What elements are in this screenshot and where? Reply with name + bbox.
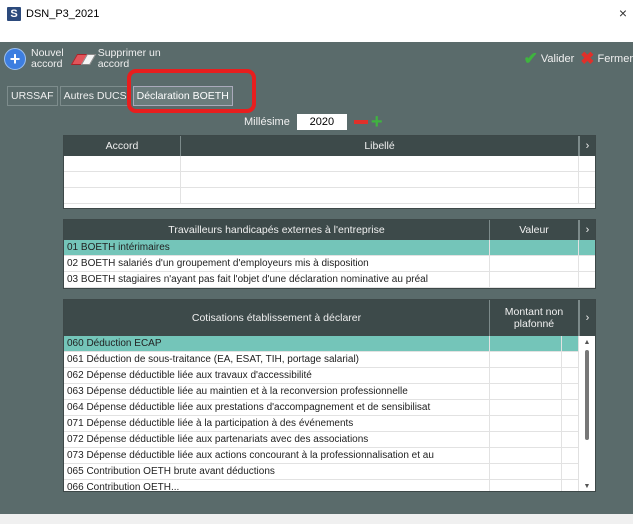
scroll-up-icon[interactable]: ▲ xyxy=(579,336,595,348)
close-icon[interactable]: × xyxy=(619,5,627,21)
title-bar: S DSN_P3_2021 × xyxy=(0,0,633,28)
scroll-down-icon[interactable]: ▼ xyxy=(579,480,595,491)
table-cell: 062 Dépense déductible liée aux travaux … xyxy=(64,368,490,383)
table-cell[interactable] xyxy=(490,352,562,367)
close-button[interactable]: ✖ Fermer xyxy=(574,49,633,69)
travailleurs-grid: Travailleurs handicapés externes à l'ent… xyxy=(63,219,596,289)
table-cell[interactable] xyxy=(490,464,562,479)
accords-col-libelle[interactable]: Libellé xyxy=(181,136,579,156)
add-icon: + xyxy=(4,48,26,70)
table-cell: 066 Contribution OETH... xyxy=(64,480,490,491)
accords-grid: Accord Libellé › xyxy=(63,135,596,209)
table-row[interactable]: 03 BOETH stagiaires n'ayant pas fait l'o… xyxy=(64,272,595,288)
table-cell[interactable] xyxy=(490,256,579,271)
table-cell[interactable] xyxy=(490,448,562,463)
table-cell: 01 BOETH intérimaires xyxy=(64,240,490,255)
table-row[interactable] xyxy=(64,156,595,172)
table-cell: 03 BOETH stagiaires n'ayant pas fait l'o… xyxy=(64,272,490,287)
table-cell[interactable] xyxy=(490,416,562,431)
window-title: DSN_P3_2021 xyxy=(26,8,100,20)
accords-grid-header: Accord Libellé › xyxy=(64,136,595,156)
millesime-row: Millésime 2020 + xyxy=(244,112,383,132)
scrollbar[interactable]: ▲ ▼ xyxy=(578,336,595,491)
table-row[interactable]: 072 Dépense déductible liée aux partenar… xyxy=(64,432,595,448)
chevron-right-icon[interactable]: › xyxy=(579,300,595,336)
table-cell[interactable] xyxy=(490,400,562,415)
main-panel: URSSAF Autres DUCS Déclaration BOETH Mil… xyxy=(0,69,633,514)
tab-urssaf[interactable]: URSSAF xyxy=(7,86,58,106)
new-agreement-label: Nouvel accord xyxy=(31,47,64,70)
accords-col-accord[interactable]: Accord xyxy=(64,136,181,156)
delete-agreement-button[interactable]: Supprimer un accord xyxy=(72,48,161,70)
table-row[interactable]: 02 BOETH salariés d'un groupement d'empl… xyxy=(64,256,595,272)
table-cell: 073 Dépense déductible liée aux actions … xyxy=(64,448,490,463)
table-row[interactable]: 071 Dépense déductible liée à la partici… xyxy=(64,416,595,432)
table-cell: 072 Dépense déductible liée aux partenar… xyxy=(64,432,490,447)
table-cell: 071 Dépense déductible liée à la partici… xyxy=(64,416,490,431)
table-cell: 065 Contribution OETH brute avant déduct… xyxy=(64,464,490,479)
minus-icon[interactable] xyxy=(353,120,368,124)
table-row[interactable]: 066 Contribution OETH... xyxy=(64,480,595,491)
table-cell: 02 BOETH salariés d'un groupement d'empl… xyxy=(64,256,490,271)
new-agreement-button[interactable]: + Nouvel accord xyxy=(4,48,64,70)
eraser-icon xyxy=(72,52,94,66)
validate-button[interactable]: ✔ Valider xyxy=(524,49,575,69)
table-row[interactable]: 061 Déduction de sous-traitance (EA, ESA… xyxy=(64,352,595,368)
table-cell: 063 Dépense déductible liée au maintien … xyxy=(64,384,490,399)
table-cell[interactable] xyxy=(490,368,562,383)
status-bar xyxy=(0,514,633,524)
validate-label: Valider xyxy=(540,53,575,65)
cross-icon: ✖ xyxy=(580,49,595,68)
table-row[interactable]: 01 BOETH intérimaires xyxy=(64,240,595,256)
travailleurs-col-title[interactable]: Travailleurs handicapés externes à l'ent… xyxy=(64,220,490,240)
table-row[interactable]: 062 Dépense déductible liée aux travaux … xyxy=(64,368,595,384)
highlight-annotation xyxy=(127,69,256,113)
chevron-right-icon[interactable]: › xyxy=(579,136,595,156)
cotisations-col-montant[interactable]: Montant non plafonné xyxy=(490,300,579,336)
app-icon: S xyxy=(7,7,21,21)
toolbar: + Nouvel accord Supprimer un accord ✔ Va… xyxy=(0,42,633,76)
table-cell: 060 Déduction ECAP xyxy=(64,336,490,351)
cotisations-rows: 060 Déduction ECAP 061 Déduction de sous-… xyxy=(64,336,595,491)
table-cell[interactable] xyxy=(490,432,562,447)
table-row[interactable]: 073 Dépense déductible liée aux actions … xyxy=(64,448,595,464)
close-label: Fermer xyxy=(597,53,633,65)
millesime-label: Millésime xyxy=(244,116,290,128)
table-row[interactable] xyxy=(64,172,595,188)
table-row[interactable] xyxy=(64,188,595,204)
table-cell[interactable] xyxy=(490,384,562,399)
check-icon: ✔ xyxy=(523,49,538,68)
table-cell[interactable] xyxy=(490,240,579,255)
scrollbar-thumb[interactable] xyxy=(585,350,589,440)
travailleurs-grid-header: Travailleurs handicapés externes à l'ent… xyxy=(64,220,595,240)
travailleurs-col-valeur[interactable]: Valeur xyxy=(490,220,579,240)
table-cell: 064 Dépense déductible liée aux prestati… xyxy=(64,400,490,415)
cotisations-grid: Cotisations établissement à déclarer Mon… xyxy=(63,299,596,492)
table-cell[interactable] xyxy=(490,272,579,287)
table-cell[interactable] xyxy=(490,336,562,351)
millesime-input[interactable]: 2020 xyxy=(296,114,347,130)
table-row[interactable]: 065 Contribution OETH brute avant déduct… xyxy=(64,464,595,480)
chevron-right-icon[interactable]: › xyxy=(579,220,595,240)
table-cell[interactable] xyxy=(490,480,562,491)
cotisations-col-title[interactable]: Cotisations établissement à déclarer xyxy=(64,300,490,336)
table-cell: 061 Déduction de sous-traitance (EA, ESA… xyxy=(64,352,490,367)
table-row[interactable]: 064 Dépense déductible liée aux prestati… xyxy=(64,400,595,416)
delete-agreement-label: Supprimer un accord xyxy=(97,47,161,70)
plus-icon[interactable]: + xyxy=(371,112,383,132)
tab-autres-ducs[interactable]: Autres DUCS xyxy=(59,86,131,106)
table-row[interactable]: 063 Dépense déductible liée au maintien … xyxy=(64,384,595,400)
table-row[interactable]: 060 Déduction ECAP xyxy=(64,336,595,352)
cotisations-grid-header: Cotisations établissement à déclarer Mon… xyxy=(64,300,595,336)
